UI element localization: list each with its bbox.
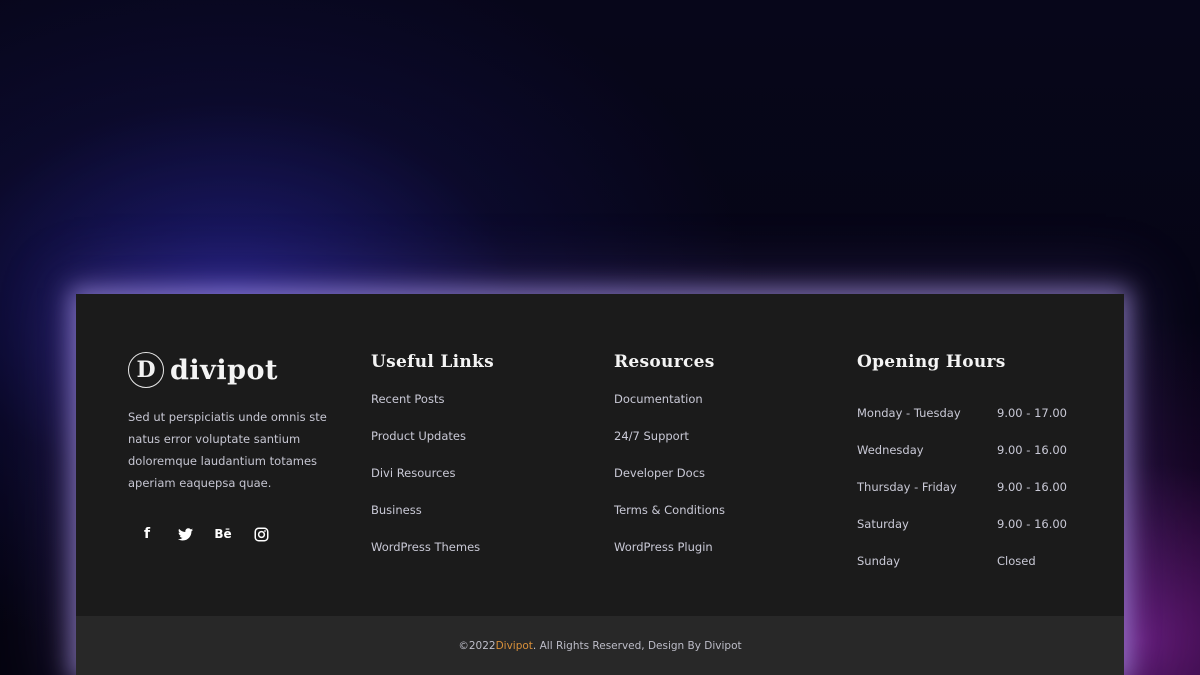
opening-hours-heading: Opening Hours (857, 352, 1006, 372)
hours-time: 9.00 - 16.00 (997, 443, 1067, 457)
logo-mark-icon: D (128, 352, 164, 388)
link-developer-docs[interactable]: Developer Docs (614, 466, 725, 503)
hours-day: Monday - Tuesday (857, 406, 961, 420)
hours-day: Sunday (857, 554, 901, 568)
facebook-icon[interactable]: f (128, 524, 166, 544)
resources-column: Resources Documentation 24/7 Support Dev… (614, 352, 725, 577)
site-footer: D divipot Sed ut perspiciatis unde omnis… (76, 294, 1124, 675)
hours-row: Monday - Tuesday 9.00 - 17.00 (857, 406, 1067, 443)
useful-links-heading: Useful Links (371, 352, 494, 372)
link-divi-resources[interactable]: Divi Resources (371, 466, 494, 503)
resources-list: Documentation 24/7 Support Developer Doc… (614, 392, 725, 577)
twitter-icon[interactable] (166, 524, 204, 544)
resources-heading: Resources (614, 352, 715, 372)
logo[interactable]: D divipot (128, 352, 348, 388)
hours-row: Wednesday 9.00 - 16.00 (857, 443, 1067, 480)
hours-row: Saturday 9.00 - 16.00 (857, 517, 1067, 554)
hours-row: Thursday - Friday 9.00 - 16.00 (857, 480, 1067, 517)
opening-hours-table: Monday - Tuesday 9.00 - 17.00 Wednesday … (857, 406, 1067, 591)
social-links: f Bē (128, 524, 348, 544)
link-wordpress-plugin[interactable]: WordPress Plugin (614, 540, 725, 577)
link-support[interactable]: 24/7 Support (614, 429, 725, 466)
hours-time: 9.00 - 17.00 (997, 406, 1067, 420)
link-terms-conditions[interactable]: Terms & Conditions (614, 503, 725, 540)
link-documentation[interactable]: Documentation (614, 392, 725, 429)
hours-day: Saturday (857, 517, 909, 531)
footer-main: D divipot Sed ut perspiciatis unde omnis… (76, 294, 1124, 616)
useful-links-list: Recent Posts Product Updates Divi Resour… (371, 392, 494, 577)
hours-day: Thursday - Friday (857, 480, 957, 494)
behance-icon[interactable]: Bē (204, 524, 242, 544)
hours-day: Wednesday (857, 443, 924, 457)
hours-time: 9.00 - 16.00 (997, 480, 1067, 494)
copyright-brand-link[interactable]: Divipot (496, 640, 533, 652)
brand-description: Sed ut perspiciatis unde omnis ste natus… (128, 410, 327, 490)
footer-brand-column: D divipot Sed ut perspiciatis unde omnis… (128, 352, 348, 544)
copyright-prefix: ©2022 (458, 639, 496, 652)
logo-text: divipot (170, 354, 278, 386)
copyright-suffix: . All Rights Reserved, Design By Divipot (532, 639, 742, 652)
useful-links-column: Useful Links Recent Posts Product Update… (371, 352, 494, 577)
hours-time: 9.00 - 16.00 (997, 517, 1067, 531)
copyright-bar: ©2022 Divipot . All Rights Reserved, Des… (76, 616, 1124, 675)
hours-row: Sunday Closed (857, 554, 1067, 591)
link-business[interactable]: Business (371, 503, 494, 540)
link-product-updates[interactable]: Product Updates (371, 429, 494, 466)
instagram-icon[interactable] (242, 524, 280, 544)
opening-hours-column: Opening Hours Monday - Tuesday 9.00 - 17… (857, 352, 1067, 591)
link-recent-posts[interactable]: Recent Posts (371, 392, 494, 429)
hours-time: Closed (997, 554, 1036, 568)
link-wordpress-themes[interactable]: WordPress Themes (371, 540, 494, 577)
